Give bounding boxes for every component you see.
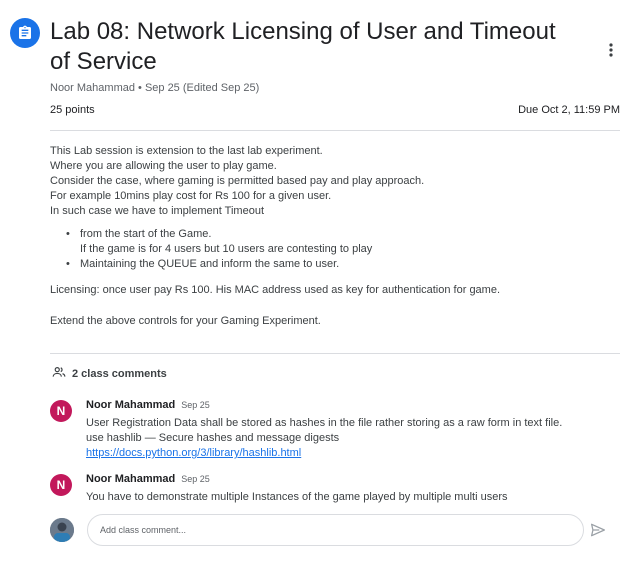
send-icon[interactable] xyxy=(589,521,607,539)
due-date: Due Oct 2, 11:59 PM xyxy=(518,104,620,116)
assignment-icon xyxy=(10,18,40,48)
comment-author: Noor Mahammad xyxy=(86,399,176,411)
assignment-description: This Lab session is extension to the las… xyxy=(50,144,620,219)
assignment-meta: Noor Mahammad • Sep 25 (Edited Sep 25) xyxy=(50,82,260,94)
bullet-text: Maintaining the QUEUE and inform the sam… xyxy=(80,258,340,270)
people-icon xyxy=(52,366,66,381)
comment-text: User Registration Data shall be stored a… xyxy=(86,417,563,429)
comments-divider xyxy=(50,353,620,354)
comment-body: Noor Mahammad Sep 25 You have to demonstr… xyxy=(86,472,606,505)
assignment-title: Lab 08: Network Licensing of User and Ti… xyxy=(50,18,556,75)
bullet-item: Maintaining the QUEUE and inform the sam… xyxy=(66,257,616,272)
description-line: In such case we have to implement Timeou… xyxy=(50,205,264,217)
header-divider xyxy=(50,130,620,131)
class-comments-header[interactable]: 2 class comments xyxy=(52,366,167,381)
bullet-text: If the game is for 4 users but 10 users … xyxy=(80,243,373,255)
points-label: 25 points xyxy=(50,104,95,116)
user-avatar xyxy=(50,518,74,542)
description-line: This Lab session is extension to the las… xyxy=(50,145,323,157)
add-class-comment-input[interactable] xyxy=(87,514,584,546)
bullet-text: from the start of the Game. xyxy=(80,228,212,240)
comment-avatar: N xyxy=(50,400,72,422)
comment-text: use hashlib — Secure hashes and message … xyxy=(86,432,340,444)
description-line: Where you are allowing the user to play … xyxy=(50,160,277,172)
more-vert-icon[interactable] xyxy=(602,40,620,60)
comment-author: Noor Mahammad xyxy=(86,473,176,485)
comment-avatar: N xyxy=(50,474,72,496)
comment-text: You have to demonstrate multiple Instanc… xyxy=(86,491,508,503)
description-line: For example 10mins play cost for Rs 100 … xyxy=(50,190,332,202)
comment-link[interactable]: https://docs.python.org/3/library/hashli… xyxy=(86,447,301,459)
description-line: Consider the case, where gaming is permi… xyxy=(50,175,425,187)
description-bullets: from the start of the Game. If the game … xyxy=(66,227,616,272)
class-comments-count: 2 class comments xyxy=(72,367,167,380)
comment-date: Sep 25 xyxy=(181,400,210,410)
licensing-text: Licensing: once user pay Rs 100. His MAC… xyxy=(50,284,501,296)
comment-body: Noor Mahammad Sep 25 User Registration Da… xyxy=(86,398,606,461)
bullet-item: from the start of the Game. If the game … xyxy=(66,227,616,257)
extend-text: Extend the above controls for your Gamin… xyxy=(50,315,321,327)
comment-date: Sep 25 xyxy=(181,474,210,484)
